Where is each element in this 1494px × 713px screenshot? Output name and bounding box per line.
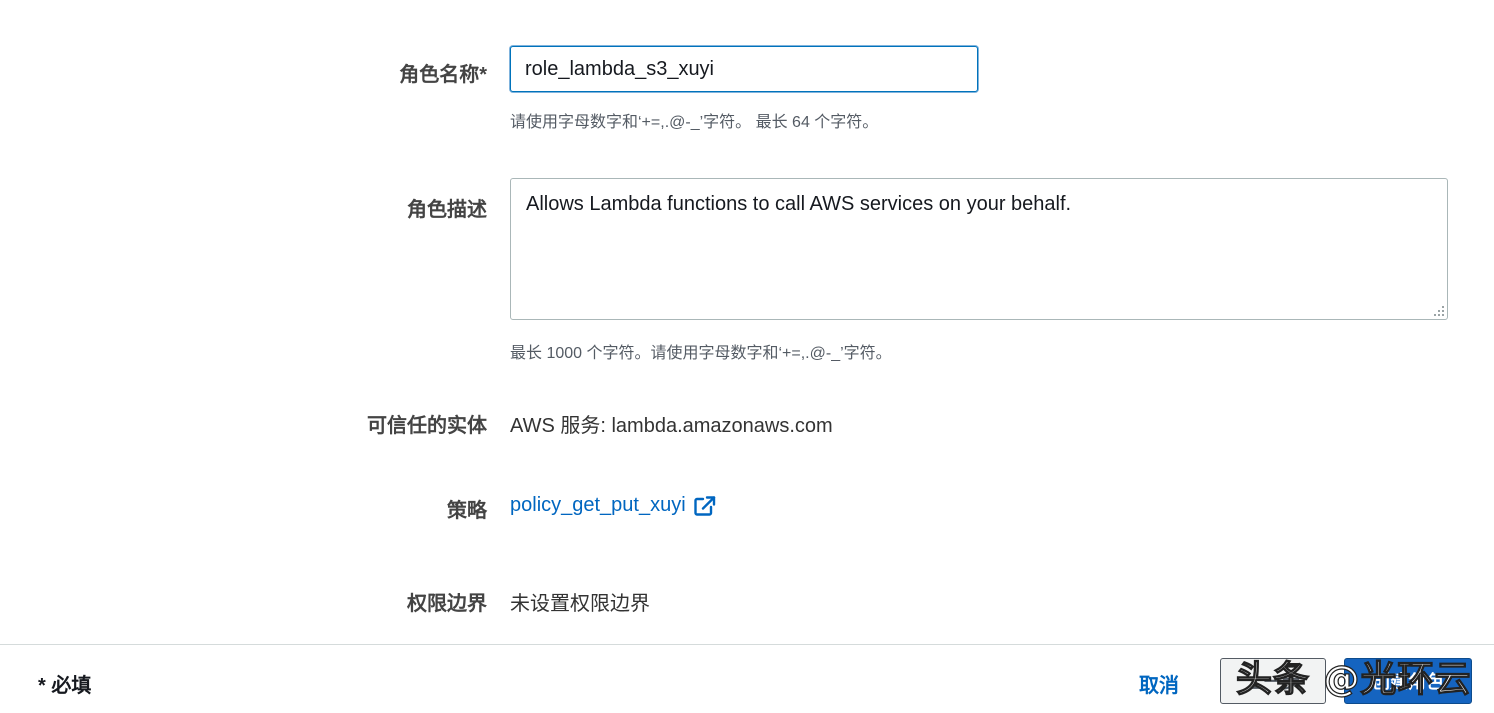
permission-boundary-value: 未设置权限边界	[510, 593, 650, 615]
trusted-entity-value: AWS 服务: lambda.amazonaws.com	[510, 415, 833, 437]
external-link-icon	[693, 495, 715, 516]
role-description-label: 角色描述	[407, 199, 487, 221]
previous-button[interactable]: 上一步	[1220, 658, 1326, 704]
policy-link-text: policy_get_put_xuyi	[510, 494, 686, 516]
trusted-entity-label: 可信任的实体	[367, 415, 487, 437]
role-description-textarea[interactable]: Allows Lambda functions to call AWS serv…	[510, 178, 1448, 320]
footer-divider	[0, 644, 1494, 645]
role-name-hint: 请使用字母数字和‘+=,.@-_’字符。 最长 64 个字符。	[510, 114, 879, 131]
cancel-button[interactable]: 取消	[1139, 669, 1179, 698]
permission-boundary-label: 权限边界	[407, 593, 487, 615]
role-name-input[interactable]	[510, 46, 978, 92]
resize-handle-icon[interactable]	[1433, 305, 1445, 317]
create-role-button[interactable]: 创建角色	[1344, 658, 1472, 704]
role-name-label: 角色名称*	[399, 64, 487, 86]
role-description-hint: 最长 1000 个字符。请使用字母数字和‘+=,.@-_’字符。	[510, 345, 892, 362]
policy-link[interactable]: policy_get_put_xuyi	[510, 494, 716, 517]
policy-label: 策略	[447, 500, 487, 522]
required-note: * 必填	[38, 675, 92, 697]
